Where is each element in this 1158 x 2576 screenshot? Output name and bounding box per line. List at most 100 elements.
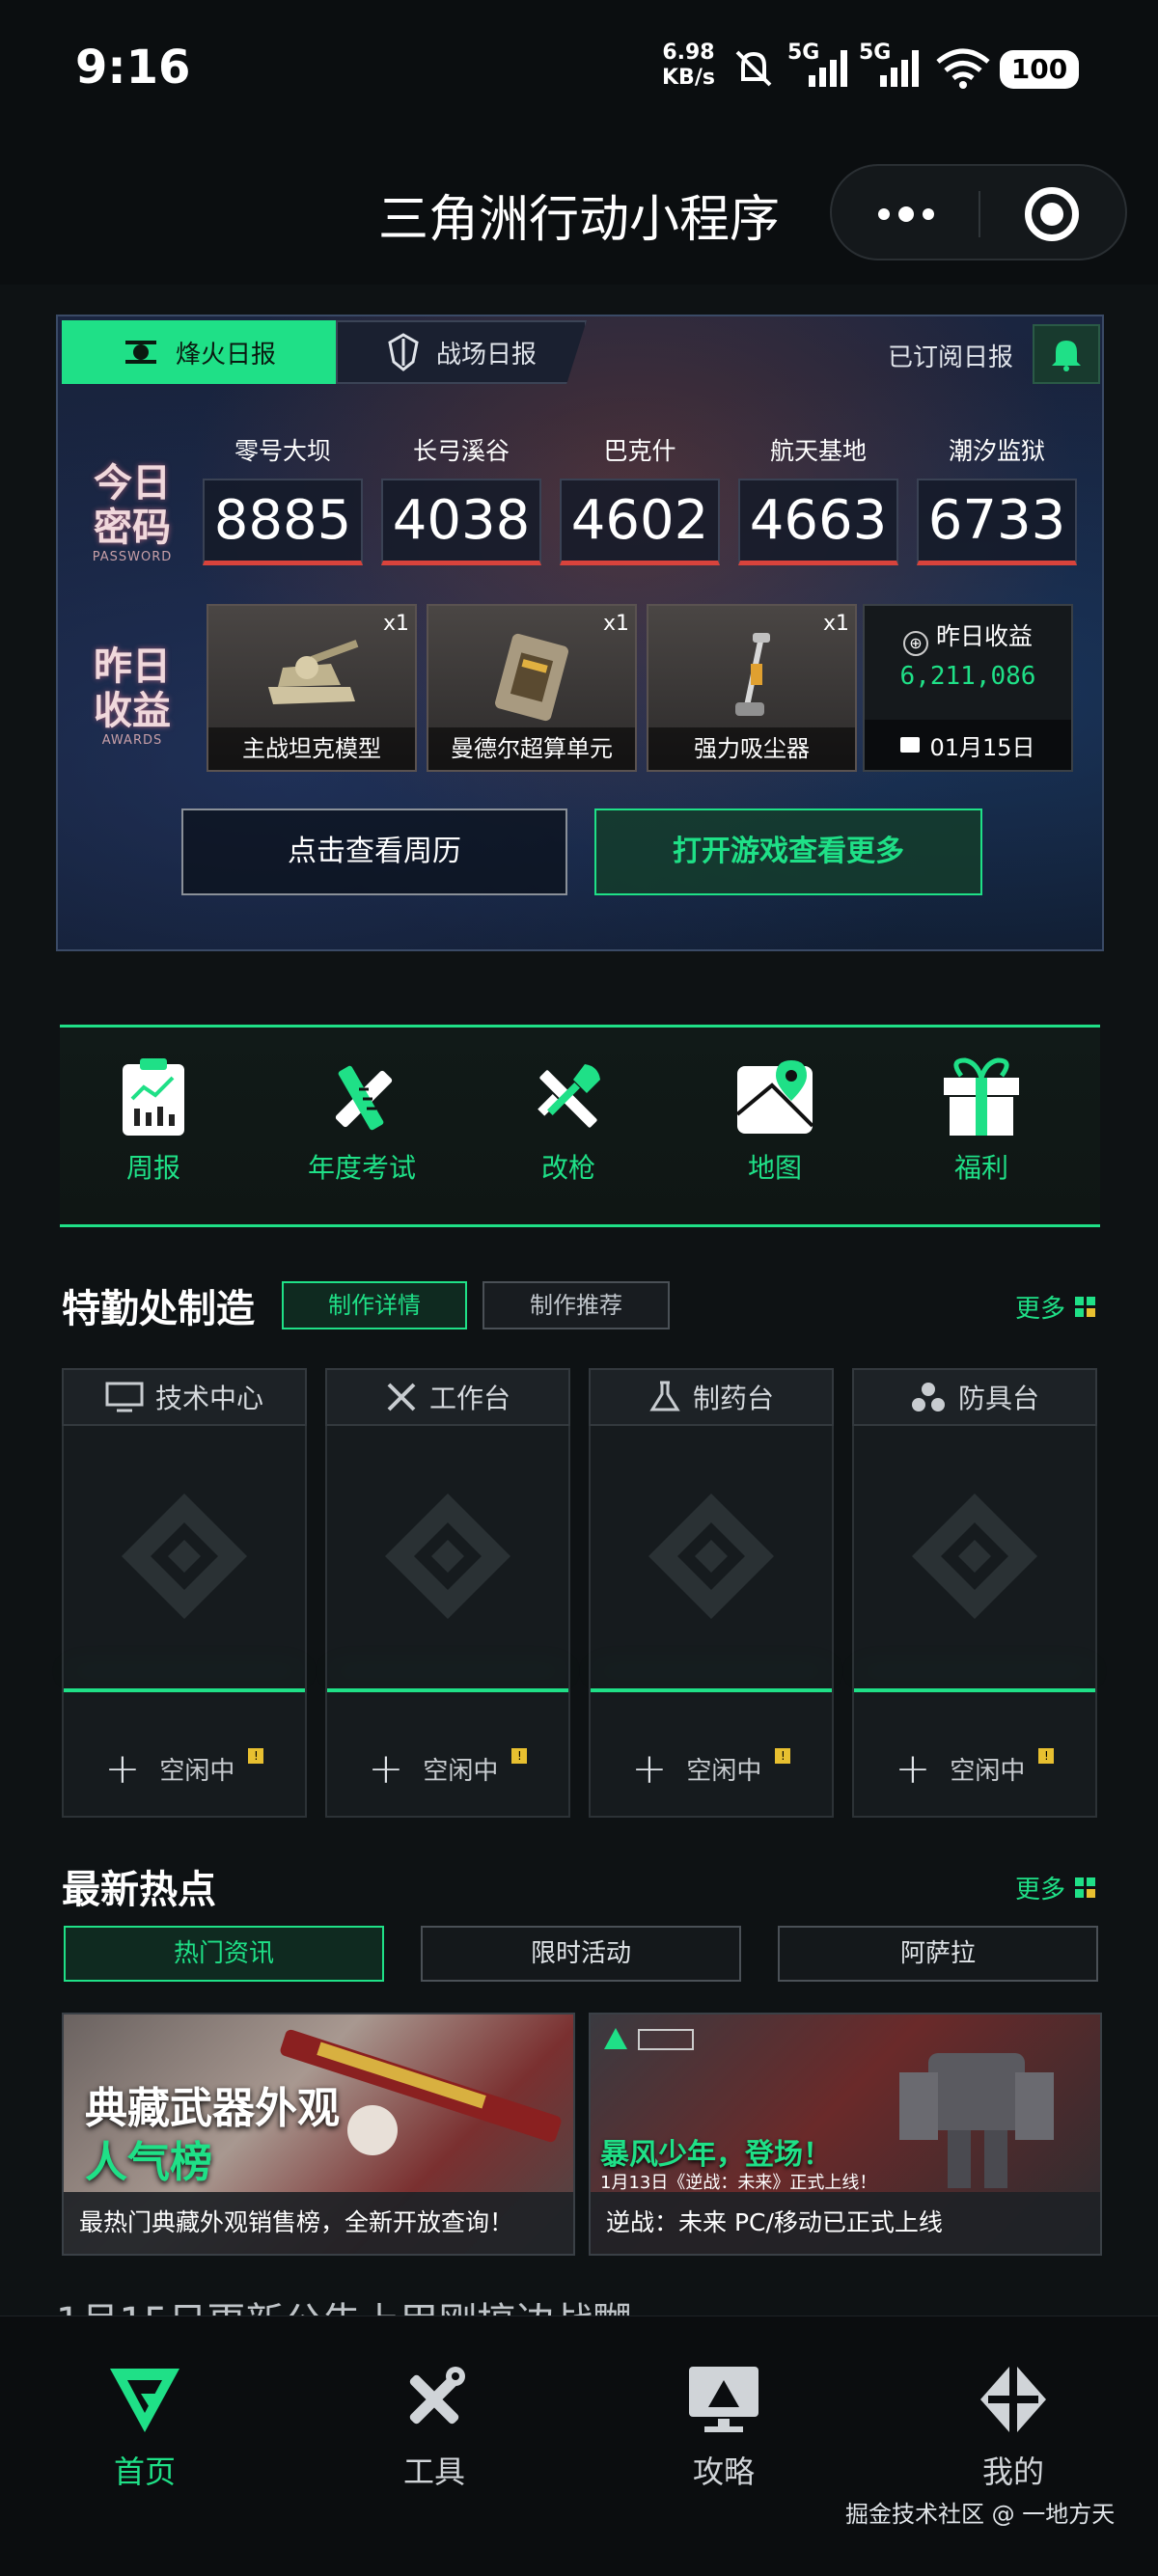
tab-battle-report-label: 战场日报 <box>435 340 537 370</box>
tab-hot-news[interactable]: 热门资讯 <box>64 1926 384 1982</box>
add-icon: + <box>631 1744 668 1794</box>
map-name: 长弓溪谷 <box>412 437 510 465</box>
station-armor[interactable]: 防具台 + 空闲中 ! <box>852 1368 1097 1818</box>
income-title: ⊕ 昨日收益 <box>865 617 1071 656</box>
nav-label: 工具 <box>402 2453 465 2490</box>
nav-guides[interactable]: 攻略 <box>627 2365 820 2492</box>
tab-fire-report[interactable]: 烽火日报 <box>62 320 336 384</box>
quick-nav-label: 改枪 <box>540 1152 595 1184</box>
tab-fire-report-label: 烽火日报 <box>175 340 276 370</box>
station-idle[interactable]: + 空闲中 ! <box>591 1744 832 1794</box>
station-idle[interactable]: + 空闲中 ! <box>64 1744 305 1794</box>
quick-nav-label: 地图 <box>747 1152 802 1184</box>
awards-subtitle: AWARDS <box>101 733 163 748</box>
status-bar: 9:16 6.98 KB/s 5G 5G 100 <box>0 0 1158 140</box>
nav-tools[interactable]: 工具 <box>338 2365 531 2492</box>
tab-craft-details[interactable]: 制作详情 <box>282 1281 467 1329</box>
quick-nav-map[interactable]: 地图 <box>683 1056 867 1186</box>
quick-nav-label: 福利 <box>953 1152 1008 1184</box>
gun-mod-icon <box>538 1064 600 1128</box>
award-item-vacuum[interactable]: x1 强力吸尘器 <box>647 604 857 772</box>
grid-icon <box>1075 1877 1096 1898</box>
password-title: 今日密码 PASSWORD <box>79 461 185 564</box>
open-game-button[interactable]: 打开游戏查看更多 <box>594 808 982 895</box>
map-code-valley: 长弓溪谷 4038 <box>381 432 541 565</box>
map-name: 航天基地 <box>769 437 867 465</box>
station-pharmacy[interactable]: 制药台 + 空闲中 ! <box>589 1368 834 1818</box>
hot-news-more-link[interactable]: 更多 <box>1015 1870 1096 1905</box>
station-progress-line <box>327 1688 568 1692</box>
station-status: 空闲中 <box>159 1757 235 1786</box>
subscribed-label[interactable]: 已订阅日报 <box>888 338 1013 373</box>
map-code: 6733 <box>917 479 1077 565</box>
news-card-weapon-skins[interactable]: 典藏武器外观 人气榜 最热门典藏外观销售榜，全新开放查询！ <box>62 2013 575 2256</box>
quick-nav-gun-mod[interactable]: 改枪 <box>477 1056 660 1186</box>
station-placeholder-icon <box>122 1494 247 1619</box>
drone-icon <box>124 341 156 364</box>
net-speed-value: 6.98 <box>662 41 715 65</box>
station-status: 空闲中 <box>686 1757 762 1786</box>
quick-nav-exam[interactable]: 年度考试 <box>270 1056 454 1186</box>
tab-craft-recommend[interactable]: 制作推荐 <box>482 1281 670 1329</box>
station-header: 技术中心 <box>62 1368 307 1426</box>
nav-home[interactable]: 首页 <box>48 2365 241 2492</box>
coin-icon: ⊕ <box>902 631 928 656</box>
more-menu-icon[interactable] <box>872 195 940 233</box>
station-progress-line <box>591 1688 832 1692</box>
quick-nav-weekly[interactable]: 周报 <box>62 1056 245 1186</box>
clock: 9:16 <box>75 41 191 95</box>
map-code: 4038 <box>381 479 541 565</box>
station-tech-center[interactable]: 技术中心 + 空闲中 ! <box>62 1368 307 1818</box>
map-code: 4602 <box>560 479 720 565</box>
tab-battle-report[interactable]: 战场日报 <box>336 320 587 384</box>
tab-asala[interactable]: 阿萨拉 <box>778 1926 1098 1982</box>
station-status: 空闲中 <box>423 1757 499 1786</box>
crafting-more-link[interactable]: 更多 <box>1015 1289 1096 1325</box>
weekly-report-icon <box>123 1058 184 1136</box>
signal-2-icon <box>880 50 919 87</box>
wifi-icon <box>936 48 990 89</box>
station-header: 工作台 <box>325 1368 570 1426</box>
map-icon <box>735 1060 814 1134</box>
station-placeholder-icon <box>385 1494 510 1619</box>
map-code-tide-prison: 潮汐监狱 6733 <box>917 432 1077 565</box>
income-value: 6,211,086 <box>899 662 1036 691</box>
station-placeholder-icon <box>912 1494 1037 1619</box>
view-weekly-calendar-button[interactable]: 点击查看周历 <box>181 808 567 895</box>
title-bar: 三角洲行动小程序 <box>0 140 1158 285</box>
station-idle[interactable]: + 空闲中 ! <box>854 1744 1095 1794</box>
quick-nav-label: 年度考试 <box>307 1152 416 1184</box>
awards-title: 昨日收益 AWARDS <box>79 644 185 748</box>
news-card-nizhan-launch[interactable]: 暴风少年，登场！ 1月13日《逆战：未来》正式上线！ 逆战：未来 PC/移动已正… <box>589 2013 1102 2256</box>
award-item-supercomputer[interactable]: x1 曼德尔超算单元 <box>427 604 637 772</box>
subscribe-bell-button[interactable] <box>1033 324 1100 384</box>
tab-limited-events[interactable]: 限时活动 <box>421 1926 741 1982</box>
close-miniprogram-icon[interactable] <box>1025 187 1079 241</box>
station-idle[interactable]: + 空闲中 ! <box>327 1744 568 1794</box>
nav-profile[interactable]: 我的 <box>917 2365 1110 2492</box>
award-qty: x1 <box>602 612 629 636</box>
income-date: 01月15日 <box>929 733 1035 761</box>
quick-nav: 周报 年度考试 改枪 地图 福利 <box>60 1025 1100 1227</box>
station-name: 技术中心 <box>154 1383 263 1414</box>
award-name: 主战坦克模型 <box>208 727 415 770</box>
password-subtitle: PASSWORD <box>92 550 173 564</box>
station-body: + 空闲中 ! <box>852 1426 1097 1818</box>
compute-unit-icon <box>495 633 568 722</box>
station-body: + 空闲中 ! <box>589 1426 834 1818</box>
award-item-tank[interactable]: x1 主战坦克模型 <box>207 604 417 772</box>
map-name: 零号大坝 <box>234 437 331 465</box>
award-qty: x1 <box>382 612 409 636</box>
gift-icon <box>944 1057 1019 1136</box>
station-name: 工作台 <box>428 1383 510 1414</box>
armor-parts-icon <box>911 1383 945 1411</box>
battery-indicator: 100 <box>1000 50 1079 89</box>
station-body: + 空闲中 ! <box>62 1426 307 1818</box>
award-qty: x1 <box>822 612 849 636</box>
more-label: 更多 <box>1015 1876 1066 1905</box>
news-card-subheadline: 1月13日《逆战：未来》正式上线！ <box>600 2173 877 2193</box>
quick-nav-gift[interactable]: 福利 <box>890 1056 1073 1186</box>
station-workbench[interactable]: 工作台 + 空闲中 ! <box>325 1368 570 1818</box>
password-title-text: 今日密码 <box>94 461 171 550</box>
headline-line-2: 人气榜 <box>85 2138 212 2187</box>
